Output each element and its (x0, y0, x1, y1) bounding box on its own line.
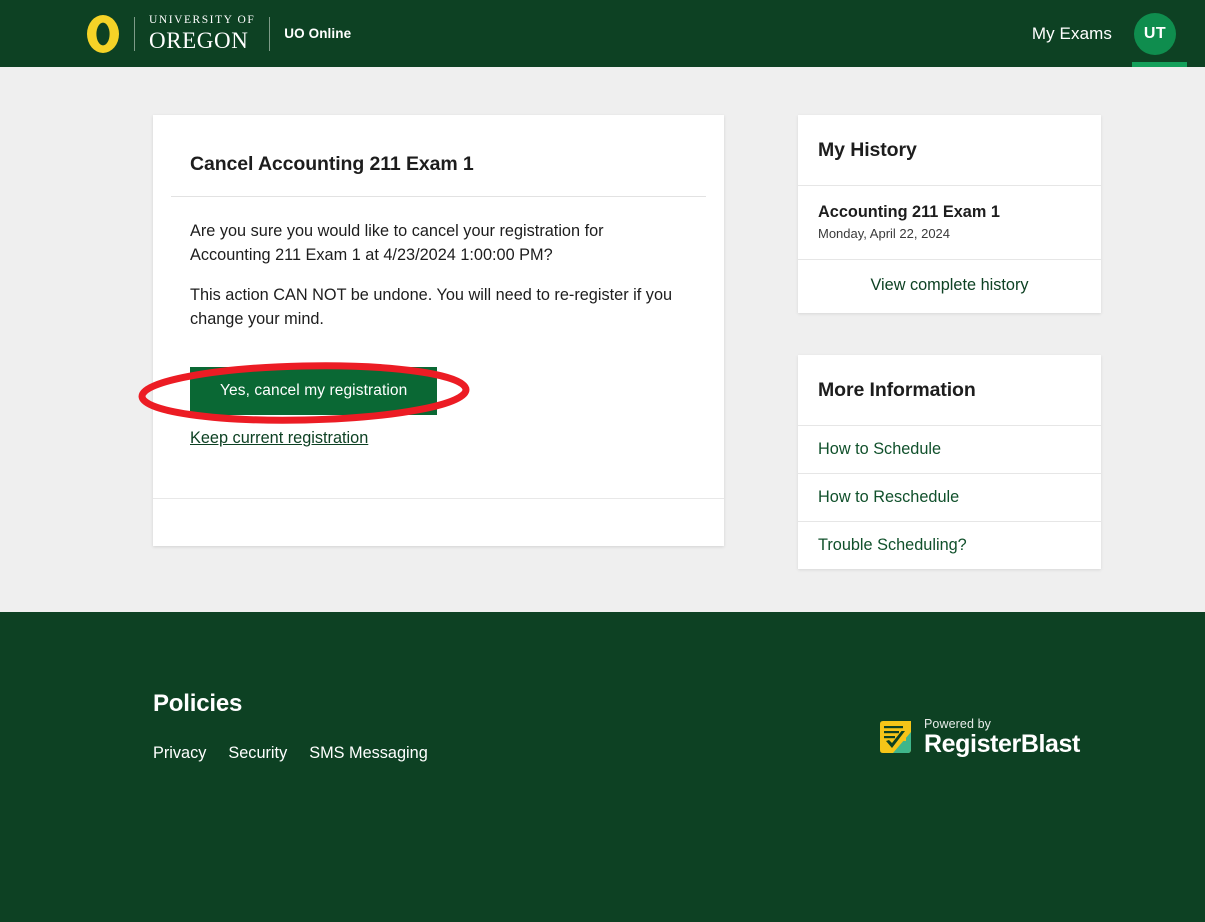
uo-o-logo-icon (87, 14, 119, 53)
warning-text: This action CAN NOT be undone. You will … (190, 286, 673, 329)
my-history-card: My History Accounting 211 Exam 1 Monday,… (798, 115, 1101, 313)
site-footer: Policies Privacy Security SMS Messaging … (0, 612, 1205, 922)
site-header: UNIVERSITY OF OREGON UO Online My Exams … (0, 0, 1205, 67)
header-right-nav: My Exams UT (1032, 0, 1187, 67)
sidebar: My History Accounting 211 Exam 1 Monday,… (798, 115, 1101, 611)
registerblast-logo[interactable]: Powered by RegisterBlast (877, 717, 1080, 757)
more-information-heading: More Information (798, 355, 1101, 426)
uo-brand-logo[interactable]: UNIVERSITY OF OREGON UO Online (86, 13, 351, 55)
my-history-heading: My History (798, 115, 1101, 186)
footer-link-security[interactable]: Security (228, 744, 287, 763)
brand-divider (134, 16, 135, 51)
keep-registration-link[interactable]: Keep current registration (190, 429, 687, 448)
link-how-to-reschedule[interactable]: How to Reschedule (798, 474, 1101, 522)
cancel-registration-card: Cancel Accounting 211 Exam 1 Are you sur… (153, 115, 724, 547)
uo-wordmark-line2: OREGON (149, 28, 249, 54)
card-spacer (153, 448, 724, 498)
registerblast-name: RegisterBlast (924, 730, 1080, 758)
footer-policies-section: Policies Privacy Security SMS Messaging (153, 690, 428, 763)
view-complete-history-link[interactable]: View complete history (870, 276, 1028, 294)
sub-brand-label: UO Online (284, 26, 352, 41)
link-trouble-scheduling[interactable]: Trouble Scheduling? (798, 522, 1101, 569)
history-card-footer: View complete history (798, 260, 1101, 313)
confirm-cancel-button[interactable]: Yes, cancel my registration (190, 367, 438, 416)
footer-heading: Policies (153, 690, 243, 717)
history-item-date: Monday, April 22, 2024 (818, 226, 951, 241)
footer-links: Privacy Security SMS Messaging (153, 744, 428, 763)
registerblast-text: Powered by RegisterBlast (924, 717, 1080, 757)
uo-wordmark: UNIVERSITY OF OREGON (149, 13, 256, 54)
link-how-to-schedule[interactable]: How to Schedule (798, 426, 1101, 474)
more-information-card: More Information How to Schedule How to … (798, 355, 1101, 569)
action-row: Yes, cancel my registration (153, 347, 724, 416)
avatar[interactable]: UT (1134, 12, 1176, 55)
brand-divider-2 (269, 16, 271, 51)
card-body: Are you sure you would like to cancel yo… (153, 197, 724, 331)
card-footer (153, 498, 724, 546)
main-content-area: Cancel Accounting 211 Exam 1 Are you sur… (0, 67, 1205, 612)
nav-my-exams[interactable]: My Exams (1032, 24, 1112, 44)
confirmation-question: Are you sure you would like to cancel yo… (190, 222, 604, 265)
page-title: Cancel Accounting 211 Exam 1 (190, 153, 474, 175)
avatar-container[interactable]: UT (1132, 0, 1187, 67)
list-item[interactable]: Accounting 211 Exam 1 Monday, April 22, … (798, 186, 1101, 260)
history-item-title: Accounting 211 Exam 1 (818, 203, 1000, 221)
uo-wordmark-line1: UNIVERSITY OF (149, 13, 256, 26)
footer-link-privacy[interactable]: Privacy (153, 744, 206, 763)
powered-by-label: Powered by (924, 717, 992, 731)
registerblast-mark-icon (880, 721, 911, 753)
footer-link-sms-messaging[interactable]: SMS Messaging (309, 744, 428, 763)
